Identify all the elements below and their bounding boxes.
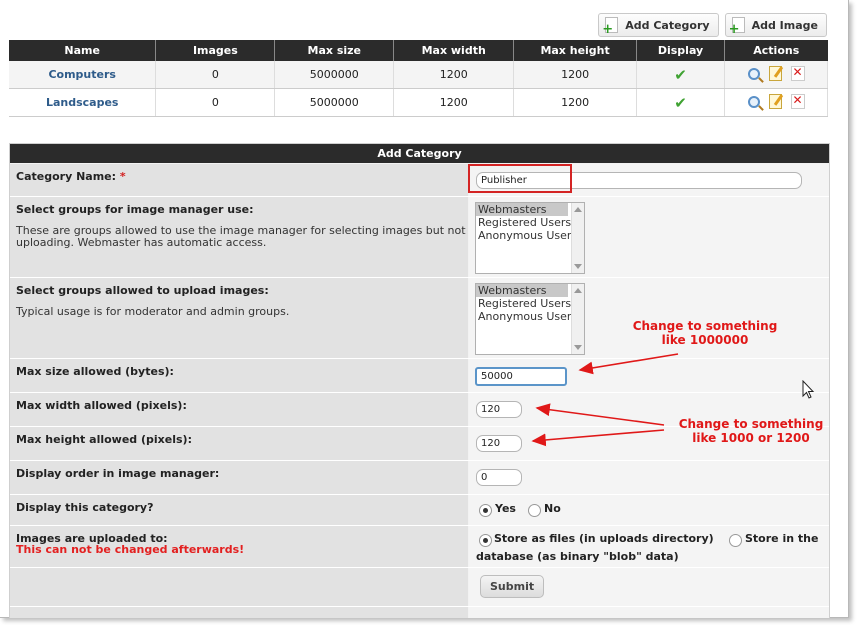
annotation-arrows xyxy=(531,353,679,447)
arrow-to-max-height xyxy=(531,429,665,447)
mouse-cursor-icon xyxy=(802,380,815,399)
arrow-to-max-size xyxy=(578,353,679,375)
arrow-to-max-width xyxy=(535,403,665,426)
